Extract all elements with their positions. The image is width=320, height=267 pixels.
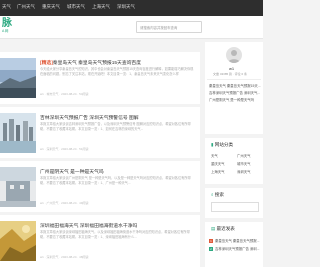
rank-badge: 2 bbox=[209, 247, 213, 251]
site-logo[interactable]: 脉 A网 bbox=[2, 18, 16, 34]
article-meta: w1 · 深圳天气 · 2023-08-24 · 51阅读 bbox=[40, 147, 89, 151]
avatar[interactable] bbox=[226, 47, 242, 63]
rank-badge: 1 bbox=[209, 239, 213, 243]
nav-item[interactable]: 广州天气 bbox=[17, 4, 35, 10]
nav-item[interactable]: 上海天气 bbox=[92, 4, 110, 10]
nav-item[interactable]: 重庆天气 bbox=[42, 4, 60, 10]
featured-tag: [精选] bbox=[40, 61, 53, 66]
article-title[interactable]: 广州是阴天气 是一种是天气吗 bbox=[40, 168, 196, 175]
profile-link[interactable]: 秦皇岛天气 秦皇岛天气预报15天... bbox=[209, 83, 261, 88]
category-item[interactable]: 上海天气 bbox=[211, 169, 225, 174]
search-widget-title: ⌕ 搜索 bbox=[211, 192, 224, 198]
nav-item[interactable]: 城市天气 bbox=[67, 4, 85, 10]
recent-item-text: 吉林深圳天气预报广告 深圳... bbox=[215, 247, 260, 251]
article-excerpt: 本篇文章给大家谈谈深圳福田福海天气，以及深圳福田福海街道水干净吗对应的知识点，希… bbox=[40, 230, 190, 239]
author-name[interactable]: w1 bbox=[229, 66, 234, 71]
article-title[interactable]: 吉林深圳天气预报广告 深圳天气预警信号 图解 bbox=[40, 114, 196, 121]
author-stats: 文章 43385 篇 · 评论 0 条 bbox=[213, 72, 248, 76]
search-input[interactable]: 请搜索内容并按回车查询 bbox=[136, 21, 202, 33]
article-title[interactable]: 深圳福田福海天气 深圳福田福海街道水干净吗 bbox=[40, 222, 196, 229]
category-item[interactable]: 天气 bbox=[211, 153, 218, 158]
article-excerpt: 今天给大家分享秦皇岛天气的知识，其中也会对秦皇岛天气预报15天查询百度进行解释，… bbox=[40, 67, 194, 76]
category-title-text: 网站分类 bbox=[214, 142, 234, 147]
recent-item[interactable]: 2 吉林深圳天气预报广告 深圳... bbox=[209, 246, 259, 251]
logo-text: 脉 bbox=[2, 18, 12, 29]
article-thumbnail[interactable] bbox=[0, 221, 36, 261]
search-widget: ⌕ 搜索 bbox=[205, 188, 263, 218]
category-widget: ▮ 网站分类 天气 广州天气 重庆天气 城市天气 上海天气 深圳天气 bbox=[205, 138, 263, 184]
profile-link[interactable]: 吉林深圳天气预报广告 深圳天气... bbox=[209, 90, 260, 95]
article-card[interactable]: 广州是阴天气 是一种是天气吗 本篇文章给大家谈谈广州是阴天气 是一种是天气吗，以… bbox=[0, 161, 200, 212]
article-meta: w1 · 深圳天气 · 2023-08-24 · 48阅读 bbox=[40, 255, 89, 259]
profile-link[interactable]: 广州是阴天气 是一种是天气吗 bbox=[209, 97, 254, 102]
article-thumbnail[interactable] bbox=[0, 58, 36, 98]
nav-item[interactable]: 天气 bbox=[2, 4, 11, 10]
site-header: 脉 A网 请搜索内容并按回车查询 bbox=[0, 16, 263, 39]
category-title: ▮ 网站分类 bbox=[211, 142, 233, 148]
recent-item[interactable]: 1 秦皇岛天气 秦皇岛天气预报... bbox=[209, 238, 259, 243]
category-item[interactable]: 深圳天气 bbox=[237, 169, 251, 174]
article-card[interactable]: 吉林深圳天气预报广告 深圳天气预警信号 图解 本篇文章给大家谈谈吉林深圳天气预报… bbox=[0, 107, 200, 158]
article-meta: w1 · 广州天气 · 2023-08-24 · 49阅读 bbox=[40, 201, 89, 205]
category-item[interactable]: 重庆天气 bbox=[211, 161, 225, 166]
article-title-text: 秦皇岛天气 秦皇岛天气预报15天查询百度 bbox=[52, 61, 142, 66]
search-placeholder: 请搜索内容并按回车查询 bbox=[140, 25, 178, 30]
category-item[interactable]: 广州天气 bbox=[237, 153, 251, 158]
article-card[interactable]: 深圳福田福海天气 深圳福田福海街道水干净吗 本篇文章给大家谈谈深圳福田福海天气，… bbox=[0, 215, 200, 267]
search-widget-title-text: 搜索 bbox=[214, 192, 224, 197]
sidebar-search-input[interactable] bbox=[211, 202, 259, 212]
logo-subtext: A网 bbox=[2, 29, 10, 33]
recent-title-text: 最近发表 bbox=[216, 226, 235, 231]
user-icon bbox=[228, 50, 240, 63]
profile-widget: w1 文章 43385 篇 · 评论 0 条 秦皇岛天气 秦皇岛天气预报15天.… bbox=[205, 42, 263, 134]
article-meta: w1 · 城市天气 · 2023-08-24 · 54阅读 bbox=[40, 92, 89, 96]
article-title[interactable]: [精选]秦皇岛天气 秦皇岛天气预报15天查询百度 bbox=[40, 59, 196, 66]
recent-item-text: 秦皇岛天气 秦皇岛天气预报... bbox=[215, 239, 260, 243]
article-thumbnail[interactable] bbox=[0, 113, 36, 153]
recent-title: ▤ 最近发表 bbox=[211, 226, 235, 232]
divider bbox=[207, 79, 261, 80]
article-card[interactable]: [精选]秦皇岛天气 秦皇岛天气预报15天查询百度 今天给大家分享秦皇岛天气的知识… bbox=[0, 52, 200, 104]
article-excerpt: 本篇文章给大家谈谈吉林深圳天气预报广告，以及深圳天气预警信号 图解对应的知识点，… bbox=[40, 122, 191, 131]
recent-widget: ▤ 最近发表 1 秦皇岛天气 秦皇岛天气预报... 2 吉林深圳天气预报广告 深圳.… bbox=[205, 222, 263, 267]
article-thumbnail[interactable] bbox=[0, 167, 36, 207]
nav-item[interactable]: 深圳天气 bbox=[117, 4, 135, 10]
category-item[interactable]: 城市天气 bbox=[237, 161, 251, 166]
article-excerpt: 本篇文章给大家谈谈广州是阴天气 是一种是天气吗，以及是一种是天气吗对应的知识点，… bbox=[40, 176, 191, 185]
top-nav: 天气 广州天气 重庆天气 城市天气 上海天气 深圳天气 bbox=[0, 0, 263, 16]
